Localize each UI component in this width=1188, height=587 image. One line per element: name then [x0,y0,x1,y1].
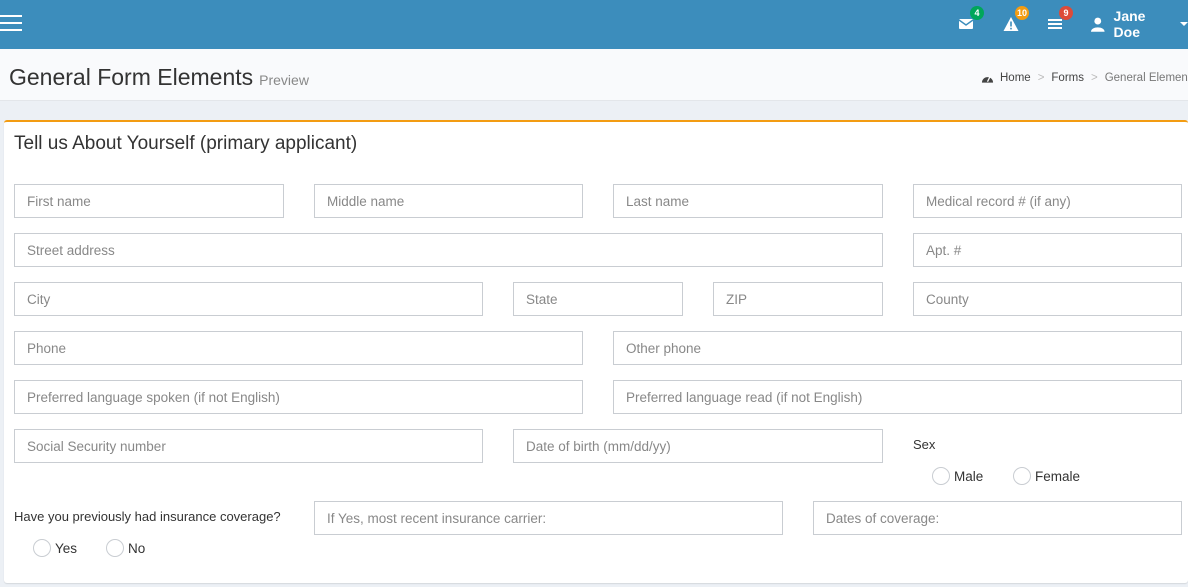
insurance-no-radio[interactable]: No [106,539,145,557]
user-icon [1090,17,1105,32]
page-subtitle: Preview [259,72,309,88]
messages-button[interactable]: 4 [958,6,984,34]
date-of-birth-input[interactable] [513,429,883,463]
state-input[interactable] [513,282,683,316]
page-title: General Form Elements Preview [9,64,309,91]
breadcrumb-separator: > [1091,72,1098,84]
caret-down-icon [1180,22,1188,26]
tasks-button[interactable]: 9 [1047,6,1073,34]
apt-input[interactable] [913,233,1182,267]
insurance-yes-radio[interactable]: Yes [33,539,77,557]
dashboard-icon [981,75,994,83]
sex-male-radio[interactable]: Male [932,467,983,485]
insurance-question-label: Have you previously had insurance covera… [14,509,281,524]
sidebar-toggle-icon[interactable] [0,15,22,31]
insurance-carrier-input[interactable] [314,501,783,535]
user-name: Jane Doe [1113,8,1146,40]
sex-female-radio[interactable]: Female [1013,467,1080,485]
tasks-count-badge: 9 [1059,6,1073,20]
notifications-button[interactable]: 10 [1003,6,1030,34]
county-input[interactable] [913,282,1182,316]
insurance-yes-label: Yes [55,540,78,556]
sex-female-label: Female [1035,468,1081,484]
breadcrumb-separator: > [1037,72,1045,84]
street-address-input[interactable] [14,233,883,267]
form-title: Tell us About Yourself (primary applican… [14,133,358,154]
breadcrumb-current: General Elements [1104,72,1188,84]
coverage-dates-input[interactable] [813,501,1182,535]
middle-name-input[interactable] [314,184,583,218]
sex-male-label: Male [954,468,984,484]
ssn-input[interactable] [14,429,483,463]
insurance-no-label: No [128,540,146,556]
phone-input[interactable] [14,331,583,365]
breadcrumb-home[interactable]: Home [1000,72,1031,84]
messages-count-badge: 4 [970,6,984,20]
user-menu[interactable]: Jane Doe [1090,8,1188,40]
breadcrumb: Home > Forms > General Elements [981,72,1188,84]
first-name-input[interactable] [14,184,284,218]
language-spoken-input[interactable] [14,380,583,414]
radio-circle[interactable] [106,539,124,557]
top-navbar: 4 10 9 Jane Doe [0,0,1188,49]
sex-label: Sex [913,437,936,452]
language-read-input[interactable] [613,380,1182,414]
page-title-text: General Form Elements [9,64,254,90]
radio-circle[interactable] [932,467,950,485]
city-input[interactable] [14,282,483,316]
notifications-count-badge: 10 [1015,6,1030,20]
radio-circle[interactable] [1013,467,1031,485]
medical-record-input[interactable] [913,184,1182,218]
last-name-input[interactable] [613,184,883,218]
content-header: General Form Elements Preview Home > Form… [0,49,1188,101]
other-phone-input[interactable] [613,331,1182,365]
breadcrumb-forms[interactable]: Forms [1051,72,1084,84]
zip-input[interactable] [713,282,883,316]
radio-circle[interactable] [33,539,51,557]
